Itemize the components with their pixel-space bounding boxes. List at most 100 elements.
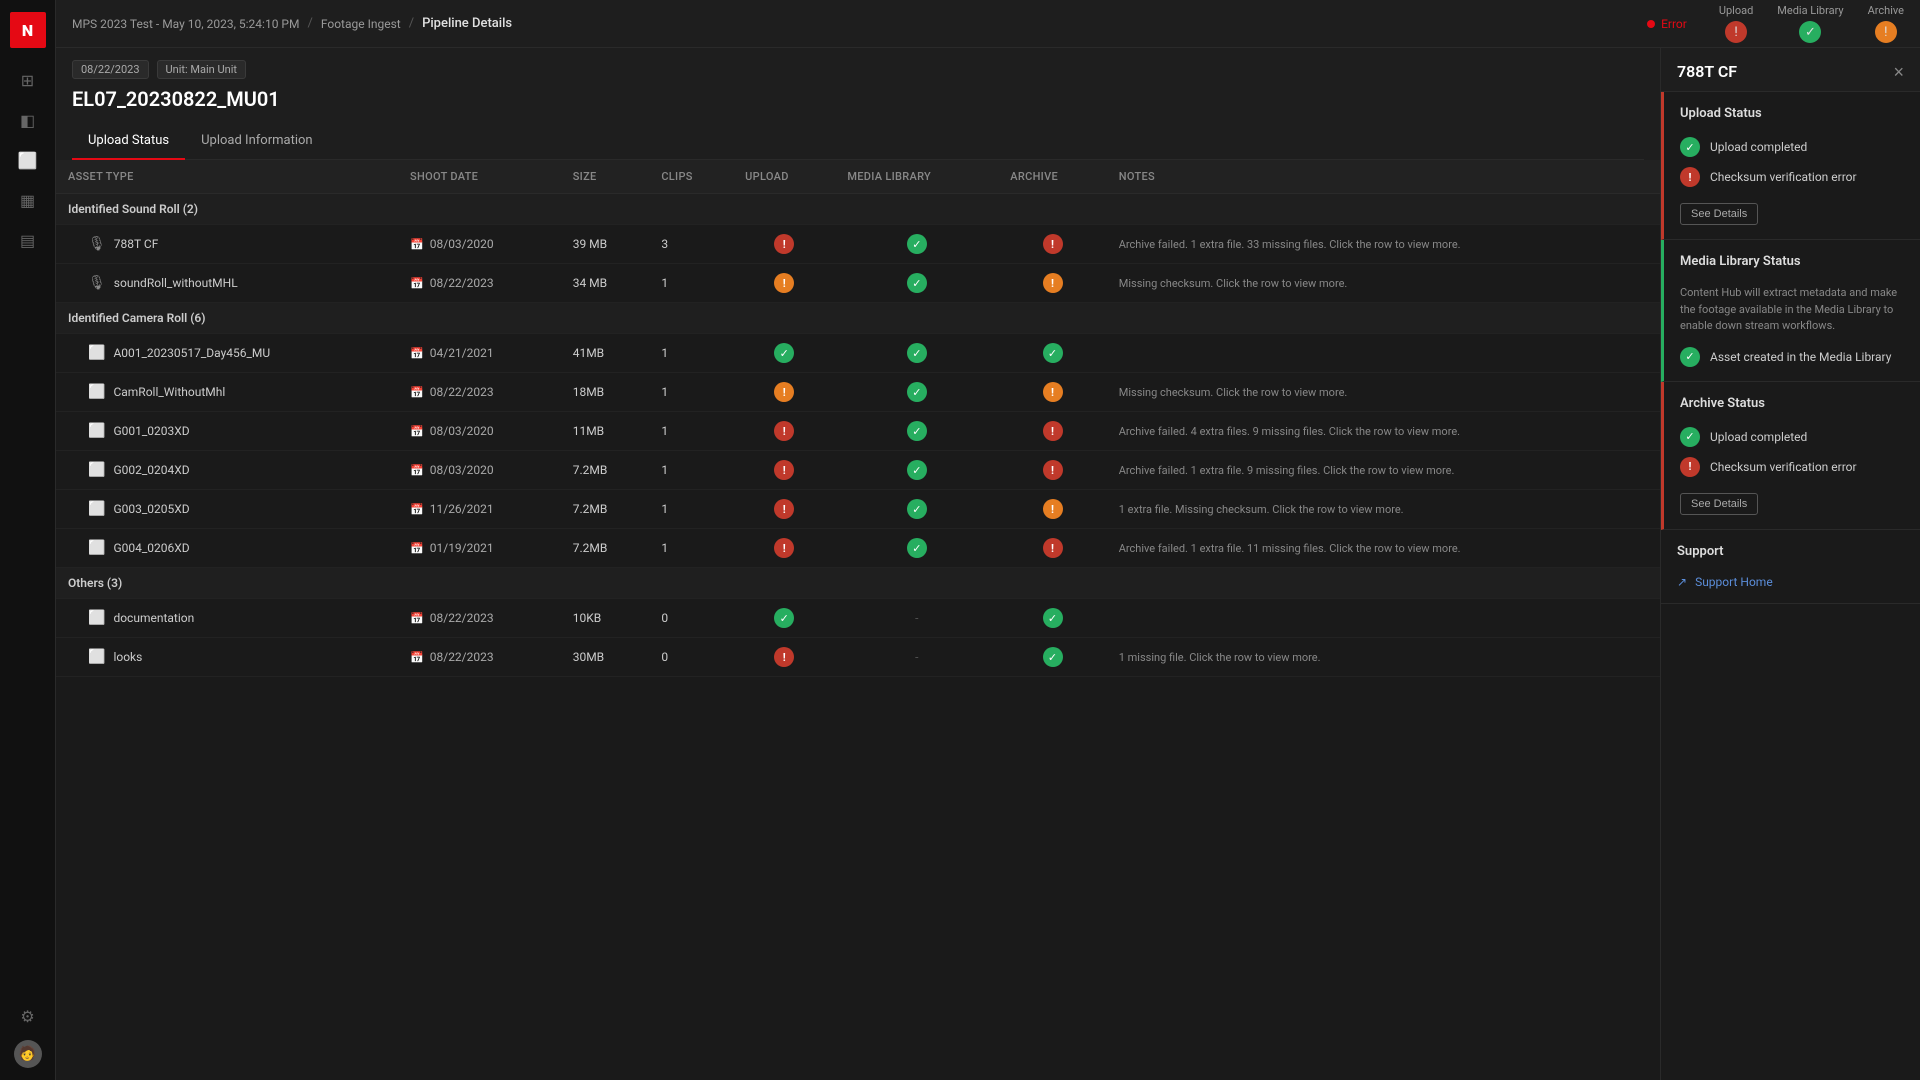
notes-cell	[1107, 599, 1660, 638]
calendar-icon: 📅	[410, 542, 424, 555]
table-container[interactable]: Asset Type Shoot Date Size Clips Upload …	[56, 160, 1660, 1080]
size-cell: 7.2MB	[561, 490, 650, 529]
sidebar-item-folder[interactable]: ⬜	[12, 144, 44, 176]
size-cell: 39 MB	[561, 225, 650, 264]
warn-red-icon: !	[774, 421, 794, 441]
table-row[interactable]: ⬜ G001_0203XD 📅 08/03/2020 11MB 1 ! ✓ ! …	[56, 412, 1660, 451]
status-cell: ✓	[835, 529, 998, 568]
table-row[interactable]: ⬜ G004_0206XD 📅 01/19/2021 7.2MB 1 ! ✓ !…	[56, 529, 1660, 568]
clips-cell: 0	[649, 638, 733, 677]
right-panel: 788T CF × Upload Status ✓ Upload complet…	[1660, 48, 1920, 1080]
panel-media-library-item-1: ✓ Asset created in the Media Library	[1680, 347, 1904, 367]
sidebar-item-settings[interactable]: ⚙	[12, 1000, 44, 1032]
status-cell: !	[998, 373, 1106, 412]
clips-cell: 1	[649, 334, 733, 373]
clips-cell: 1	[649, 529, 733, 568]
panel-asset-title: 788T CF	[1677, 62, 1737, 81]
warn-red-icon: !	[1043, 538, 1063, 558]
calendar-icon: 📅	[410, 464, 424, 477]
check-green-icon: ✓	[907, 421, 927, 441]
notes-cell: Archive failed. 4 extra files. 9 missing…	[1107, 412, 1660, 451]
page-tags: 08/22/2023 Unit: Main Unit	[72, 60, 1644, 79]
table-row[interactable]: ⬜ G002_0204XD 📅 08/03/2020 7.2MB 1 ! ✓ !…	[56, 451, 1660, 490]
tab-upload-status[interactable]: Upload Status	[72, 123, 185, 160]
table-row[interactable]: ⬜ G003_0205XD 📅 11/26/2021 7.2MB 1 ! ✓ !…	[56, 490, 1660, 529]
size-cell: 18MB	[561, 373, 650, 412]
topbar: MPS 2023 Test - May 10, 2023, 5:24:10 PM…	[56, 0, 1920, 48]
archive-see-details-button[interactable]: See Details	[1680, 493, 1758, 515]
sidebar-item-layers[interactable]: ◧	[12, 104, 44, 136]
archive-check-icon: ✓	[1680, 427, 1700, 447]
panel-upload-status-section: Upload Status ✓ Upload completed ! Check…	[1661, 92, 1920, 240]
warn-red-icon: !	[1043, 234, 1063, 254]
col-shoot-date: Shoot Date	[398, 160, 561, 194]
col-media-library: Media Library	[835, 160, 998, 194]
warn-orange-icon: !	[1043, 382, 1063, 402]
check-green-icon: ✓	[907, 538, 927, 558]
panel-archive-status-title: Archive Status	[1680, 396, 1904, 415]
shoot-date-cell: 📅 08/22/2023	[398, 638, 561, 677]
table-row[interactable]: 🎙 soundRoll_withoutMHL 📅 08/22/2023 34 M…	[56, 264, 1660, 303]
warn-red-icon: !	[1043, 460, 1063, 480]
mic-icon: 🎙	[88, 236, 106, 252]
pipeline-stage-archive[interactable]: Archive !	[1868, 4, 1904, 43]
sidebar-item-chart[interactable]: ▤	[12, 224, 44, 256]
check-green-icon: ✓	[1043, 647, 1063, 667]
panel-support-title: Support	[1677, 544, 1904, 563]
col-asset-type: Asset Type	[56, 160, 398, 194]
group-label: Identified Camera Roll (6)	[56, 303, 1660, 334]
support-home-label: Support Home	[1695, 575, 1773, 589]
table-row[interactable]: 🎙 788T CF 📅 08/03/2020 39 MB 3 ! ✓ ! Arc…	[56, 225, 1660, 264]
group-label: Identified Sound Roll (2)	[56, 194, 1660, 225]
mic-icon: 🎙	[88, 275, 106, 291]
upload-check-icon: ✓	[1680, 137, 1700, 157]
group-header-row: Identified Camera Roll (6)	[56, 303, 1660, 334]
calendar-icon: 📅	[410, 386, 424, 399]
status-cell: !	[998, 451, 1106, 490]
pipeline-media-label: Media Library	[1777, 4, 1843, 17]
status-cell: !	[998, 490, 1106, 529]
panel-close-button[interactable]: ×	[1893, 63, 1904, 81]
shoot-date-text: 08/22/2023	[430, 611, 494, 625]
page-header: 08/22/2023 Unit: Main Unit EL07_20230822…	[56, 48, 1660, 160]
warn-orange-icon: !	[1043, 273, 1063, 293]
error-indicator: Error	[1647, 17, 1687, 31]
table-row[interactable]: ⬜ A001_20230517_Day456_MU 📅 04/21/2021 4…	[56, 334, 1660, 373]
panel-archive-item-2: ! Checksum verification error	[1680, 457, 1904, 477]
check-green-icon: ✓	[1043, 343, 1063, 363]
asset-name-cell: ⬜ G003_0205XD	[56, 490, 398, 529]
pipeline-upload-label: Upload	[1719, 4, 1753, 17]
support-home-link[interactable]: ↗ Support Home	[1677, 575, 1904, 589]
panel-upload-item-1: ✓ Upload completed	[1680, 137, 1904, 157]
status-cell: ✓	[835, 490, 998, 529]
shoot-date-cell: 📅 04/21/2021	[398, 334, 561, 373]
table-row[interactable]: ⬜ documentation 📅 08/22/2023 10KB 0 ✓ - …	[56, 599, 1660, 638]
upload-see-details-button[interactable]: See Details	[1680, 203, 1758, 225]
table-row[interactable]: ⬜ looks 📅 08/22/2023 30MB 0 ! - ✓ 1 miss…	[56, 638, 1660, 677]
status-cell: ✓	[733, 599, 835, 638]
user-avatar[interactable]: 🧑	[14, 1040, 42, 1068]
warn-orange-icon: !	[1043, 499, 1063, 519]
pipeline-stage-media[interactable]: Media Library ✓	[1777, 4, 1843, 43]
asset-name-text: G003_0205XD	[113, 502, 189, 516]
pipeline-stage-upload[interactable]: Upload !	[1719, 4, 1753, 43]
panel-archive-status-section: Archive Status ✓ Upload completed ! Chec…	[1661, 382, 1920, 530]
calendar-icon: 📅	[410, 277, 424, 290]
status-cell: -	[835, 638, 998, 677]
asset-name-cell: ⬜ G001_0203XD	[56, 412, 398, 451]
status-cell: !	[998, 264, 1106, 303]
col-upload: Upload	[733, 160, 835, 194]
warn-red-icon: !	[774, 234, 794, 254]
group-label: Others (3)	[56, 568, 1660, 599]
breadcrumb-project[interactable]: MPS 2023 Test - May 10, 2023, 5:24:10 PM	[72, 17, 299, 31]
asset-name-text: looks	[113, 650, 142, 664]
sidebar-item-grid[interactable]: ⊞	[12, 64, 44, 96]
tab-upload-info[interactable]: Upload Information	[185, 123, 328, 160]
upload-completed-label: Upload completed	[1710, 140, 1807, 154]
sidebar-item-film[interactable]: ▦	[12, 184, 44, 216]
breadcrumb-ingest[interactable]: Footage Ingest	[321, 17, 401, 31]
error-label: Error	[1661, 17, 1687, 31]
pipeline-archive-status: !	[1875, 21, 1897, 43]
status-cell: ✓	[998, 599, 1106, 638]
table-row[interactable]: ⬜ CamRoll_WithoutMhl 📅 08/22/2023 18MB 1…	[56, 373, 1660, 412]
